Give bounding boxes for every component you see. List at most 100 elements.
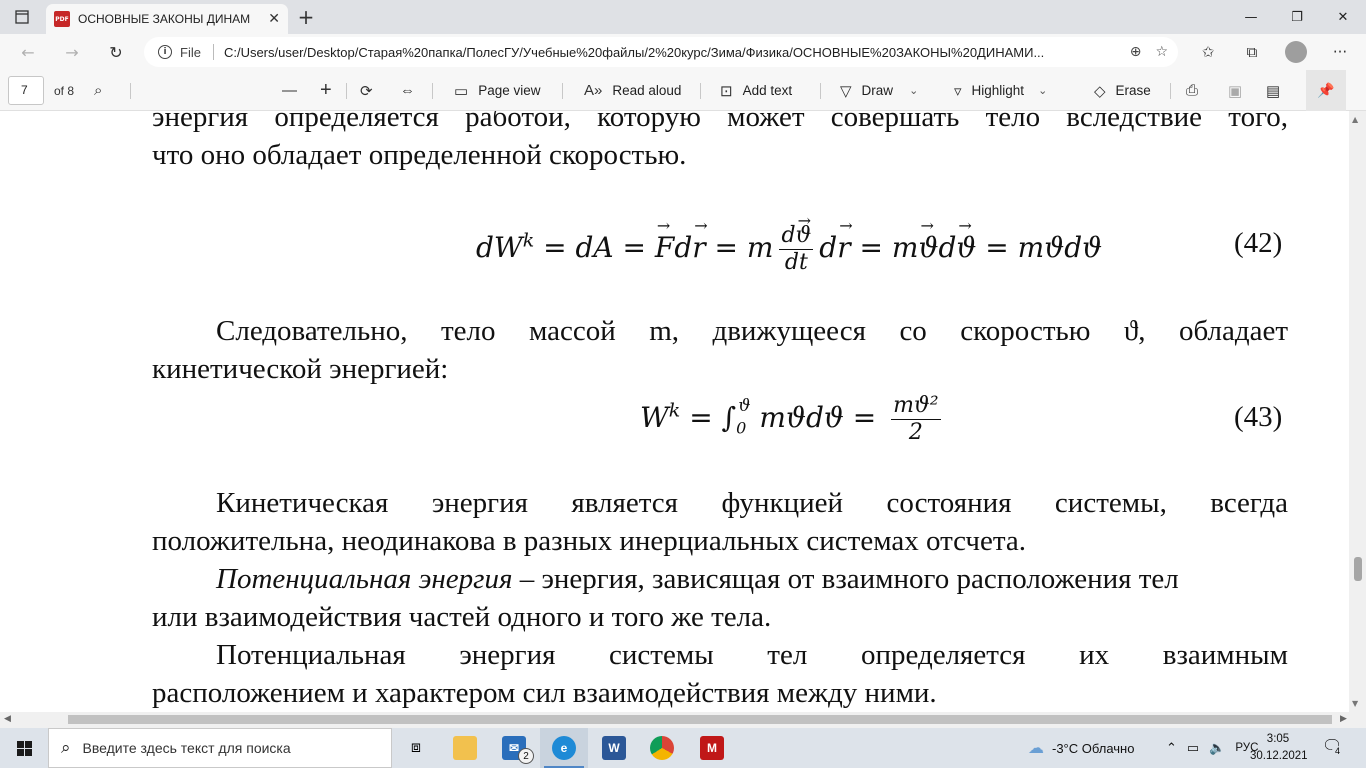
url-field[interactable]: i File C:/Users/user/Desktop/Старая%20па… — [144, 37, 1178, 67]
read-aloud-button[interactable]: A» Read aloud — [584, 70, 681, 111]
equation-43: Wk = ∫0ϑ mϑdϑ = mϑ² 2 — [640, 393, 941, 445]
browser-tab[interactable]: PDF ОСНОВНЫЕ ЗАКОНЫ ДИНАМИ ✕ — [46, 4, 288, 34]
draw-label: Draw — [861, 83, 894, 98]
text-line: Кинетическая энергия является функцией с… — [216, 487, 1288, 519]
chevron-down-icon[interactable]: ⌄ — [1038, 84, 1047, 97]
clock[interactable]: 3:05 30.12.2021 — [1250, 731, 1308, 765]
refresh-button[interactable]: ↻ — [96, 34, 136, 70]
volume-icon[interactable]: 🔈 — [1209, 740, 1225, 756]
text-line: или взаимодействия частей одного и того … — [152, 601, 772, 633]
page-view-button[interactable]: ▭ Page view — [454, 70, 540, 111]
scroll-down-icon[interactable]: ▼ — [1352, 699, 1358, 708]
tab-actions-button[interactable] — [0, 0, 44, 34]
text-line: что оно обладает определенной скоростью. — [152, 139, 687, 171]
notification-count: 4 — [1332, 746, 1344, 756]
more-button[interactable]: ··· — [1318, 34, 1362, 70]
divider — [130, 83, 131, 99]
file-label: File — [180, 44, 201, 60]
rotate-icon: ⟳ — [360, 82, 373, 100]
scroll-thumb[interactable] — [68, 715, 1332, 724]
search-icon: ⌕ — [61, 738, 71, 757]
draw-button[interactable]: ▽ Draw ⌄ — [840, 70, 918, 111]
page-number-input[interactable]: 7 — [8, 76, 44, 105]
horizontal-scrollbar[interactable]: ◀ ▶ — [0, 712, 1366, 728]
search-placeholder: Введите здесь текст для поиска — [82, 740, 291, 756]
text-line: Следовательно, тело массой m, движущееся… — [216, 315, 1288, 347]
mcafee-app[interactable]: M — [688, 728, 736, 768]
close-icon: ✕ — [1337, 9, 1349, 25]
chevron-up-icon[interactable]: ⌃ — [1166, 740, 1177, 756]
back-button[interactable]: ← — [8, 34, 48, 70]
scroll-up-icon[interactable]: ▲ — [1352, 115, 1358, 124]
add-text-button[interactable]: ⊡ Add text — [720, 70, 792, 111]
save-as-icon: ▤ — [1266, 82, 1281, 100]
network-icon[interactable]: ▭ — [1187, 740, 1199, 756]
chevron-down-icon[interactable]: ⌄ — [909, 84, 918, 97]
vertical-scrollbar[interactable]: ▲ ▼ — [1349, 111, 1366, 712]
minus-icon: — — [282, 82, 297, 99]
folder-icon — [453, 736, 477, 760]
print-button[interactable]: ⎙ — [1186, 70, 1208, 111]
profile-button[interactable] — [1274, 34, 1318, 70]
pin-toolbar-button[interactable]: 📌 — [1306, 70, 1346, 111]
erase-button[interactable]: ◇ Erase — [1094, 70, 1151, 111]
new-tab-button[interactable]: + — [292, 4, 320, 30]
close-window-button[interactable]: ✕ — [1320, 0, 1366, 34]
taskbar: ⌕ Введите здесь текст для поиска ⧈ ✉ 2 e … — [0, 728, 1366, 768]
text-line: Потенциальная энергия – энергия, зависящ… — [216, 563, 1288, 596]
read-aloud-label: Read aloud — [612, 83, 682, 98]
weather-widget[interactable]: ☁ -3°C Облачно — [1028, 728, 1134, 768]
word-app[interactable]: W — [590, 728, 638, 768]
more-icon: ··· — [1332, 43, 1348, 61]
add-text-label: Add text — [742, 83, 793, 98]
zoom-icon[interactable]: ⊕ — [1130, 44, 1142, 60]
divider — [1170, 83, 1171, 99]
divider — [562, 83, 563, 99]
taskbar-search[interactable]: ⌕ Введите здесь текст для поиска — [48, 728, 392, 768]
cloud-icon: ☁ — [1028, 740, 1044, 757]
favorite-add-icon[interactable]: ☆ — [1155, 44, 1168, 60]
close-icon[interactable]: ✕ — [268, 11, 280, 27]
divider — [700, 83, 701, 99]
mcafee-icon: M — [700, 736, 724, 760]
page-view-label: Page view — [478, 83, 541, 98]
start-button[interactable] — [0, 728, 48, 768]
text-line: Потенциальная энергия системы тел опреде… — [216, 639, 1288, 671]
word-icon: W — [602, 736, 626, 760]
highlight-button[interactable]: ▿ Highlight ⌄ — [954, 70, 1047, 111]
windows-icon — [16, 740, 32, 756]
forward-button[interactable]: → — [52, 34, 92, 70]
url-text[interactable]: C:/Users/user/Desktop/Старая%20папка/Пол… — [224, 45, 1094, 60]
scroll-right-icon[interactable]: ▶ — [1340, 714, 1347, 724]
favorites-button[interactable]: ✩ — [1186, 34, 1230, 70]
text-line: кинетической энергией: — [152, 353, 449, 385]
fit-width-button[interactable]: ⇔ — [400, 70, 425, 111]
zoom-in-button[interactable]: + — [320, 70, 342, 111]
rotate-button[interactable]: ⟳ — [360, 70, 383, 111]
favorites-icon: ✩ — [1201, 43, 1215, 61]
restore-icon: ❐ — [1291, 9, 1303, 25]
mail-app[interactable]: ✉ 2 — [490, 728, 538, 768]
notifications-button[interactable]: 🗨 4 — [1322, 736, 1344, 756]
search-button[interactable]: ⌕ — [94, 70, 112, 111]
explorer-app[interactable] — [441, 728, 489, 768]
tab-strip: PDF ОСНОВНЫЕ ЗАКОНЫ ДИНАМИ ✕ + — ❐ ✕ — [0, 0, 1366, 34]
scroll-thumb[interactable] — [1354, 557, 1362, 581]
pdf-toolbar: 7 of 8 ⌕ — + ⟳ ⇔ ▭ Page view A» Read aloud… — [0, 70, 1366, 111]
time: 3:05 — [1266, 733, 1290, 745]
chrome-app[interactable] — [638, 728, 686, 768]
collections-button[interactable]: ⧉ — [1230, 34, 1274, 70]
edge-app[interactable]: e — [540, 728, 588, 768]
eraser-icon: ◇ — [1094, 82, 1106, 100]
scroll-left-icon[interactable]: ◀ — [4, 714, 11, 724]
save-button[interactable]: ▣ — [1228, 70, 1252, 111]
back-icon: ← — [21, 42, 35, 62]
minimize-button[interactable]: — — [1228, 0, 1274, 34]
divider — [212, 44, 214, 60]
task-view-button[interactable]: ⧈ — [392, 728, 440, 768]
erase-label: Erase — [1115, 83, 1151, 98]
maximize-button[interactable]: ❐ — [1274, 0, 1320, 34]
fit-width-icon: ⇔ — [400, 82, 415, 99]
save-as-button[interactable]: ▤ — [1266, 70, 1290, 111]
zoom-out-button[interactable]: — — [282, 70, 307, 111]
